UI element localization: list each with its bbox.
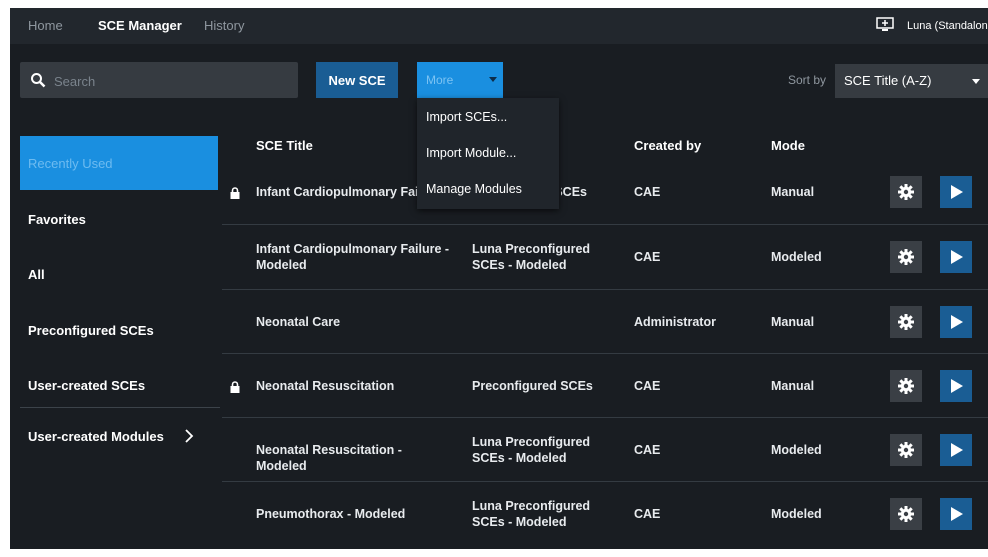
sce-mode: Modeled [771,443,822,457]
sidebar-item-label: All [28,267,45,282]
sort-label: Sort by [788,73,827,87]
sce-created-by: CAE [634,185,661,199]
play-icon [951,507,963,521]
play-button[interactable] [940,241,972,273]
sce-category: Luna Preconfigured SCEs - Modeled [472,499,591,529]
monitor-icon[interactable] [876,17,894,33]
table-row[interactable]: Neonatal Care Administrator Manual [222,290,988,354]
play-icon [951,379,963,393]
gear-icon [898,184,914,200]
play-button[interactable] [940,370,972,402]
gear-icon [898,378,914,394]
menu-item-import-sces[interactable]: Import SCEs... [417,100,559,136]
more-button[interactable]: More [417,62,503,98]
sidebar-item-label: Preconfigured SCEs [28,323,154,338]
menu-item-manage-modules[interactable]: Manage Modules [417,172,559,208]
sce-category: Preconfigured SCEs [472,379,593,393]
sidebar-item-label: Recently Used [28,156,113,171]
play-button[interactable] [940,434,972,466]
sidebar-item-label: User-created Modules [28,429,164,444]
sce-category-clipped: Preconfigured SCEs [561,185,587,199]
sce-title: Neonatal Resuscitation [256,379,395,393]
gear-icon [898,442,914,458]
chevron-down-icon [489,77,497,82]
more-dropdown-menu: Import SCEs... Import Module... Manage M… [417,98,559,209]
sce-title: Neonatal Care [256,315,341,329]
lock-icon [230,186,240,199]
play-icon [951,185,963,199]
sce-title: Pneumothorax - Modeled [256,507,406,521]
menu-item-label: Import SCEs... [426,110,508,124]
nav-history[interactable]: History [204,18,244,33]
gear-icon [898,506,914,522]
play-button[interactable] [940,176,972,208]
sce-mode: Manual [771,185,815,199]
sidebar-item-recently-used[interactable]: Recently Used [20,136,218,190]
new-sce-button[interactable]: New SCE [316,62,398,98]
play-button[interactable] [940,306,972,338]
sce-category: Luna Preconfigured SCEs - Modeled [472,242,591,272]
more-label: More [426,73,454,87]
table-row[interactable]: Infant Cardiopulmonary Failure CAE Manua… [222,160,988,224]
column-header-title[interactable]: SCE Title [256,138,313,153]
sce-mode: Modeled [771,250,822,264]
sce-created-by: CAE [634,379,661,393]
nav-sce-manager[interactable]: SCE Manager [98,18,182,33]
sort-select[interactable]: SCE Title (A-Z) [835,64,988,98]
sce-category: Luna Preconfigured SCEs - Modeled [472,435,591,465]
table-row[interactable]: Pneumothorax - Modeled Luna Preconfigure… [222,482,988,546]
menu-item-import-module[interactable]: Import Module... [417,136,559,172]
gear-icon [898,314,914,330]
search-input[interactable] [52,68,286,94]
sce-mode: Manual [771,315,815,329]
user-label[interactable]: Luna (Standalone [907,20,988,32]
play-icon [951,315,963,329]
sidebar-divider [20,407,220,408]
sce-title: Infant Cardiopulmonary Failure - Modeled [256,242,450,272]
settings-button[interactable] [890,241,922,273]
sidebar-item-all[interactable]: All [20,263,218,287]
play-icon [951,443,963,457]
sidebar-item-label: Favorites [28,212,86,227]
chevron-right-icon[interactable] [184,428,194,444]
chevron-down-icon [972,79,980,84]
sidebar-item-label: User-created SCEs [28,378,146,393]
column-header-created-by[interactable]: Created by [634,138,701,153]
settings-button[interactable] [890,498,922,530]
play-icon [951,250,963,264]
search-icon [30,72,46,88]
sce-created-by: CAE [634,443,661,457]
sce-created-by: CAE [634,507,661,521]
gear-icon [898,249,914,265]
sce-created-by: Administrator [634,315,716,329]
play-button[interactable] [940,498,972,530]
sce-title: Infant Cardiopulmonary Failure [256,185,442,199]
table-row[interactable]: Neonatal Resuscitation - Modeled Luna Pr… [222,418,988,482]
app-window: Home SCE Manager History Luna (Standalon… [10,8,988,549]
sidebar-item-preconfigured[interactable]: Preconfigured SCEs [20,319,218,343]
table-row[interactable]: Infant Cardiopulmonary Failure - Modeled… [222,225,988,289]
sidebar-item-favorites[interactable]: Favorites [20,208,218,232]
settings-button[interactable] [890,176,922,208]
search-box[interactable] [20,62,298,98]
sidebar-item-user-created-sces[interactable]: User-created SCEs [20,374,218,398]
lock-icon [230,380,240,393]
sce-category-fragment: Preconfigured SCEs [561,184,587,200]
sce-mode: Modeled [771,507,822,521]
settings-button[interactable] [890,370,922,402]
settings-button[interactable] [890,434,922,466]
menu-item-label: Import Module... [426,146,517,160]
nav-home[interactable]: Home [28,18,63,33]
settings-button[interactable] [890,306,922,338]
column-header-mode[interactable]: Mode [771,138,805,153]
sce-created-by: CAE [634,250,661,264]
sce-mode: Manual [771,379,815,393]
top-nav-bar: Home SCE Manager History Luna (Standalon… [10,8,988,44]
table-row[interactable]: Neonatal Resuscitation Preconfigured SCE… [222,354,988,418]
menu-item-label: Manage Modules [426,182,522,196]
sort-value: SCE Title (A-Z) [844,73,932,88]
sce-title: Neonatal Resuscitation - Modeled [256,443,402,473]
